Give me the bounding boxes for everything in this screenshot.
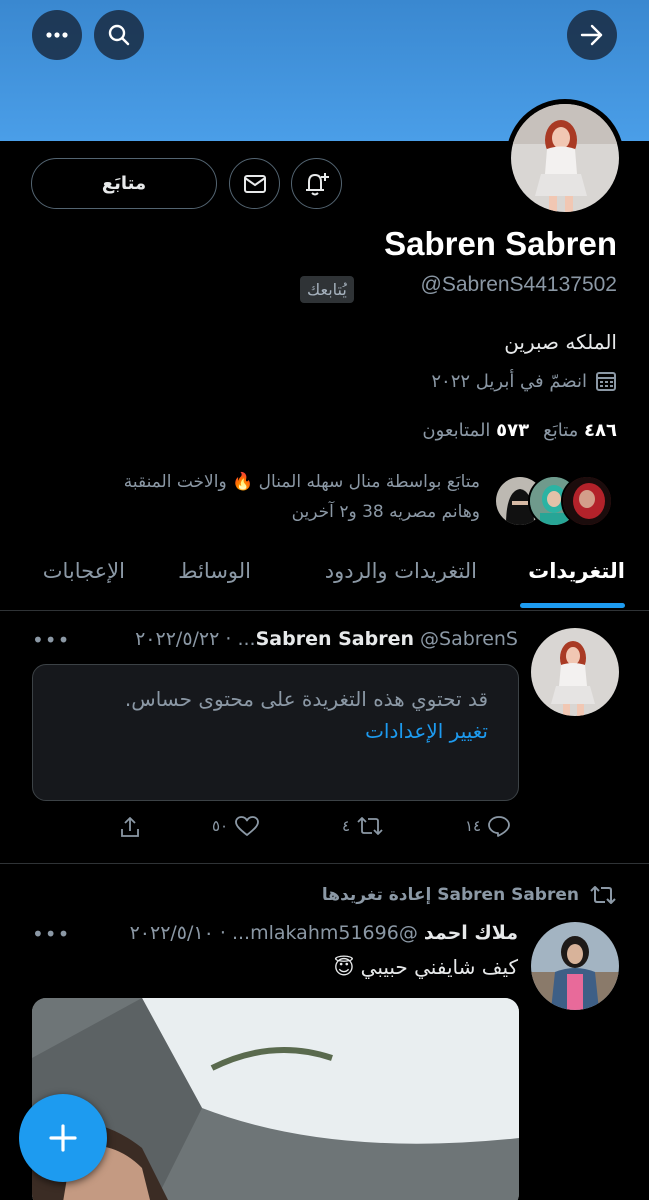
reply-icon xyxy=(488,816,511,837)
notifications-button[interactable] xyxy=(291,158,342,209)
plus-icon xyxy=(49,1124,77,1152)
reply-action[interactable]: ١٤ xyxy=(465,815,511,837)
profile-tabs: التغريدات التغريدات والردود الوسائط الإع… xyxy=(0,545,649,611)
profile-handle: @SabrenS44137502 xyxy=(420,273,617,296)
follow-stats: ٤٨٦ متابَع ٥٧٣ المتابعون xyxy=(422,420,617,441)
tweet-2-meta: @mlakahm51696... · ٢٠٢٢/٥/١٠ xyxy=(129,922,418,944)
like-action[interactable]: ٥٠ xyxy=(212,815,260,837)
joined-date-text: انضمّ في أبريل ٢٠٢٢ xyxy=(431,370,587,392)
profile-avatar[interactable] xyxy=(506,99,624,217)
like-count: ٥٠ xyxy=(212,817,229,835)
compose-tweet-button[interactable] xyxy=(19,1094,107,1182)
change-settings-link[interactable]: تغيير الإعدادات xyxy=(53,715,488,747)
tweet-2-avatar[interactable] xyxy=(531,922,619,1010)
follows-you-badge: يُتابعك xyxy=(300,276,354,303)
followed-by-line-1: متابَع بواسطة منال سهله المنال 🔥 والاخت … xyxy=(123,472,480,492)
followed-by-line-2: وهانم مصريه 38 و٢ آخرين xyxy=(291,502,480,522)
tweet-1-avatar[interactable] xyxy=(531,628,619,716)
retweet-action[interactable]: ٤ xyxy=(342,815,384,837)
profile-name: Sabren Sabren xyxy=(384,225,617,262)
following-label: متابَع xyxy=(543,420,579,441)
reply-count: ١٤ xyxy=(465,817,482,835)
tweet-1-more-button[interactable]: ••• xyxy=(32,628,70,652)
tab-tweets[interactable]: التغريدات xyxy=(528,559,625,583)
tweet-2-more-button[interactable]: ••• xyxy=(32,922,70,946)
more-horizontal-icon xyxy=(46,32,68,38)
tweet-2-text: كيف شايفني حبيبي 😇 xyxy=(333,955,518,979)
profile-photo xyxy=(511,104,619,212)
tweet-divider xyxy=(0,863,649,864)
retweet-icon xyxy=(357,817,383,835)
message-button[interactable] xyxy=(229,158,280,209)
mutual-avatar-3 xyxy=(561,475,613,527)
following-button[interactable]: متابَع xyxy=(31,158,217,209)
tab-tweets-replies[interactable]: التغريدات والردود xyxy=(325,559,477,583)
followed-by-text[interactable]: متابَع بواسطة منال سهله المنال 🔥 والاخت … xyxy=(30,467,480,527)
following-stat[interactable]: ٤٨٦ متابَع xyxy=(543,420,617,441)
retweet-context[interactable]: Sabren Sabren إعادة تغريدها xyxy=(322,884,617,906)
share-icon xyxy=(121,817,139,837)
search-icon xyxy=(108,24,130,46)
tweet-2-header: ملاك احمد @mlakahm51696... · ٢٠٢٢/٥/١٠ xyxy=(130,922,518,944)
followers-label: المتابعون xyxy=(422,420,491,441)
retweet-count: ٤ xyxy=(342,817,351,835)
tab-likes[interactable]: الإعجابات xyxy=(43,559,125,583)
calendar-icon xyxy=(596,372,616,391)
search-button[interactable] xyxy=(94,10,144,60)
followers-count: ٥٧٣ xyxy=(496,420,530,441)
followers-stat[interactable]: ٥٧٣ المتابعون xyxy=(422,420,529,441)
heart-icon xyxy=(235,816,260,836)
tweet-1-header: Sabren Sabren @SabrenS... · ٢٠٢٢/٥/٢٢ xyxy=(135,628,518,650)
tweet-2-media[interactable] xyxy=(32,998,519,1200)
back-button[interactable] xyxy=(567,10,617,60)
tweet-1-author[interactable]: Sabren Sabren xyxy=(256,628,414,650)
envelope-icon xyxy=(243,174,266,193)
retweet-context-text: Sabren Sabren إعادة تغريدها xyxy=(321,885,579,905)
tab-media[interactable]: الوسائط xyxy=(178,559,251,583)
more-options-button[interactable] xyxy=(32,10,82,60)
following-button-label: متابَع xyxy=(101,173,147,194)
active-tab-indicator xyxy=(520,603,625,608)
profile-bio: الملكه صبرين xyxy=(504,330,617,354)
sensitive-content-notice: قد تحتوي هذه التغريدة على محتوى حساس. تغ… xyxy=(32,664,519,801)
joined-date: انضمّ في أبريل ٢٠٢٢ xyxy=(431,370,617,392)
bell-plus-icon xyxy=(305,172,329,195)
arrow-right-icon xyxy=(580,24,603,46)
tweet-2-author[interactable]: ملاك احمد xyxy=(424,922,518,944)
sensitive-content-message: قد تحتوي هذه التغريدة على محتوى حساس. xyxy=(124,687,488,711)
following-count: ٤٨٦ xyxy=(584,420,617,441)
retweet-icon xyxy=(590,886,616,904)
share-action[interactable] xyxy=(118,815,142,839)
